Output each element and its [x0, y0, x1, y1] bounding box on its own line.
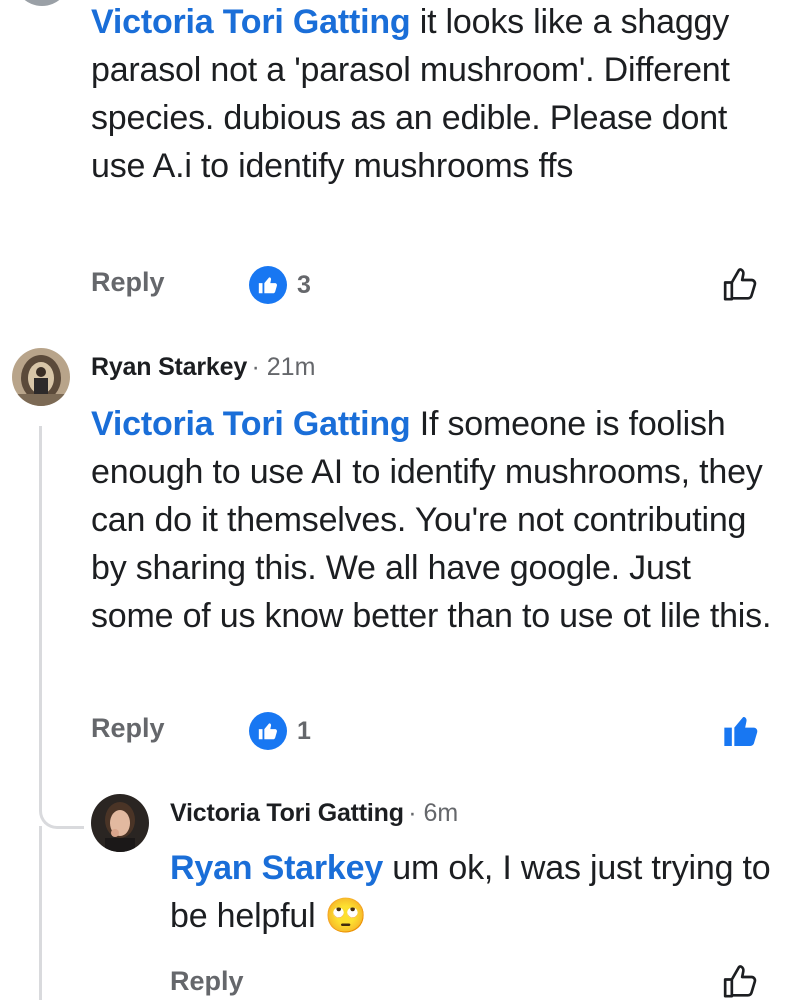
reaction-summary[interactable]: 1: [249, 712, 311, 750]
avatar[interactable]: [91, 794, 149, 852]
comment-header: Ryan Starkey · 21m: [91, 353, 315, 382]
like-button[interactable]: [721, 962, 761, 1002]
thread-line: [39, 426, 42, 811]
mention-link[interactable]: Ryan Starkey: [170, 849, 383, 887]
reaction-summary[interactable]: 3: [249, 266, 311, 304]
thread-elbow: [39, 790, 84, 829]
comment-body: Ryan Starkey um ok, I was just trying to…: [170, 844, 780, 940]
timestamp[interactable]: · 6m: [408, 799, 458, 827]
comment-body: Victoria Tori Gatting If someone is fool…: [91, 400, 781, 640]
reply-button[interactable]: Reply: [91, 713, 165, 744]
author-name[interactable]: Ryan Starkey: [91, 353, 247, 381]
avatar[interactable]: [14, 0, 70, 6]
thumbs-up-reaction-icon: [249, 712, 287, 750]
thumbs-up-icon: [723, 965, 757, 998]
comment-header: Victoria Tori Gatting · 6m: [170, 799, 458, 828]
reaction-count: 3: [297, 270, 311, 299]
thumbs-up-icon: [723, 268, 757, 301]
avatar[interactable]: [12, 348, 70, 406]
mention-link[interactable]: Victoria Tori Gatting: [91, 405, 411, 443]
comment-body: Victoria Tori Gatting it looks like a sh…: [91, 0, 781, 190]
timestamp[interactable]: · 21m: [251, 353, 315, 381]
mention-link[interactable]: Victoria Tori Gatting: [91, 3, 411, 41]
reply-button[interactable]: Reply: [91, 267, 165, 298]
thumbs-up-icon: [724, 717, 758, 746]
thumbs-up-reaction-icon: [249, 266, 287, 304]
reply-button[interactable]: Reply: [170, 966, 244, 997]
reaction-count: 1: [297, 716, 311, 745]
like-button[interactable]: [721, 265, 761, 305]
author-name[interactable]: Victoria Tori Gatting: [170, 799, 404, 827]
like-button-active[interactable]: [721, 711, 761, 751]
thread-line: [39, 826, 42, 1000]
